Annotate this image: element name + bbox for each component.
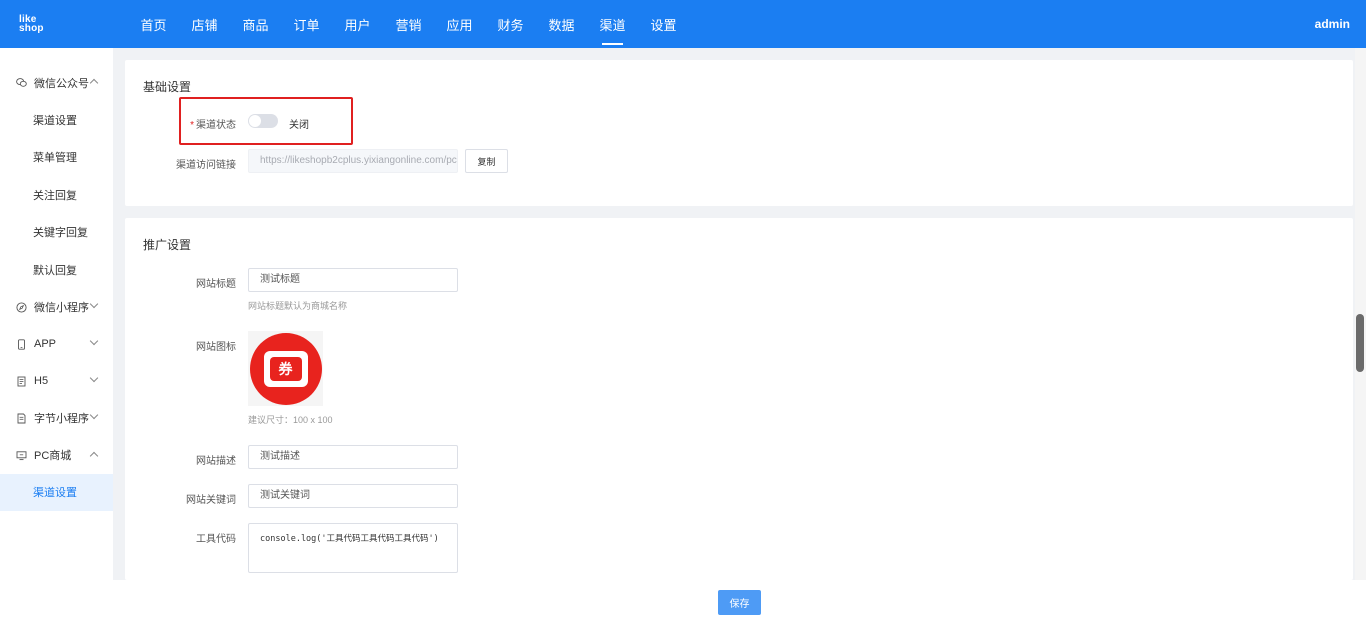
sidebar-item-keyword-reply[interactable]: 关键字回复 <box>0 214 113 252</box>
user-menu[interactable]: admin <box>1315 0 1350 48</box>
highlight-box <box>179 97 353 145</box>
site-keywords-input[interactable]: 测试关键词 <box>248 484 458 508</box>
footer-bar <box>0 580 1366 625</box>
compass-icon <box>16 301 27 313</box>
site-icon-label: 网站图标 <box>196 342 236 353</box>
site-icon-hint: 建议尺寸：100 x 100 <box>248 415 333 425</box>
tool-code-label: 工具代码 <box>196 534 236 545</box>
sidebar-group-h5[interactable]: H5 <box>0 363 113 400</box>
nav-settings[interactable]: 设置 <box>638 0 689 48</box>
site-desc-label: 网站描述 <box>196 456 236 467</box>
nav-orders[interactable]: 订单 <box>281 0 332 48</box>
nav-channel[interactable]: 渠道 <box>587 0 638 48</box>
copy-button[interactable]: 复制 <box>465 149 508 173</box>
scrollbar-thumb[interactable] <box>1356 314 1364 372</box>
basic-settings-title: 基础设置 <box>143 80 192 94</box>
sidebar-item-pc-channel[interactable]: 渠道设置 <box>0 473 113 511</box>
likeshop-logo[interactable]: like shop <box>0 0 60 48</box>
sidebar-item-follow-reply[interactable]: 关注回复 <box>0 176 113 214</box>
chevron-down-icon <box>89 410 99 419</box>
chevron-up-icon <box>89 451 99 460</box>
chevron-down-icon <box>89 336 99 345</box>
site-title-hint: 网站标题默认为商城名称 <box>248 301 348 311</box>
chevron-down-icon <box>89 373 99 382</box>
save-button[interactable]: 保存 <box>718 590 761 615</box>
sidebar-group-wechat-official[interactable]: 微信公众号 <box>0 64 113 101</box>
site-title-label: 网站标题 <box>196 279 236 290</box>
monitor-icon <box>16 450 27 461</box>
top-navbar: like shop 首页 店铺 商品 订单 用户 营销 应用 财务 数据 渠道 … <box>0 0 1366 48</box>
channel-link-label: 渠道访问链接 <box>176 160 236 171</box>
sidebar-item-wechat-channel[interactable]: 渠道设置 <box>0 101 113 139</box>
main-nav: 首页 店铺 商品 订单 用户 营销 应用 财务 数据 渠道 设置 <box>128 0 689 48</box>
sidebar-item-menu-manage[interactable]: 菜单管理 <box>0 139 113 177</box>
document-icon <box>16 376 27 387</box>
site-icon-upload[interactable]: 券 <box>248 331 323 406</box>
nav-finance[interactable]: 财务 <box>485 0 536 48</box>
sidebar-group-app[interactable]: APP <box>0 326 113 363</box>
chevron-up-icon <box>89 78 99 88</box>
chevron-down-icon <box>89 299 99 308</box>
nav-marketing[interactable]: 营销 <box>383 0 434 48</box>
nav-data[interactable]: 数据 <box>536 0 587 48</box>
nav-goods[interactable]: 商品 <box>230 0 281 48</box>
coupon-icon: 券 <box>249 332 322 405</box>
tool-code-textarea[interactable]: console.log('工具代码工具代码工具代码') <box>248 523 458 573</box>
sidebar: 微信公众号 渠道设置 菜单管理 关注回复 关键字回复 默认回复 微信小程序 AP… <box>0 48 113 625</box>
site-desc-input[interactable]: 测试描述 <box>248 445 458 469</box>
sidebar-item-default-reply[interactable]: 默认回复 <box>0 251 113 289</box>
nav-store[interactable]: 店铺 <box>179 0 230 48</box>
sidebar-group-mini-program[interactable]: 微信小程序 <box>0 289 113 326</box>
site-keywords-label: 网站关键词 <box>186 495 236 506</box>
channel-link-input[interactable]: https://likeshopb2cplus.yixiangonline.co… <box>248 149 458 173</box>
phone-icon <box>16 338 27 350</box>
nav-apps[interactable]: 应用 <box>434 0 485 48</box>
notes-icon <box>16 413 27 424</box>
sidebar-group-pc-mall[interactable]: PC商城 <box>0 437 113 474</box>
wechat-icon <box>16 77 27 88</box>
nav-home[interactable]: 首页 <box>128 0 179 48</box>
sidebar-group-bytedance[interactable]: 字节小程序 <box>0 400 113 437</box>
site-title-input[interactable]: 测试标题 <box>248 268 458 292</box>
promo-settings-title: 推广设置 <box>143 238 192 252</box>
nav-users[interactable]: 用户 <box>332 0 383 48</box>
